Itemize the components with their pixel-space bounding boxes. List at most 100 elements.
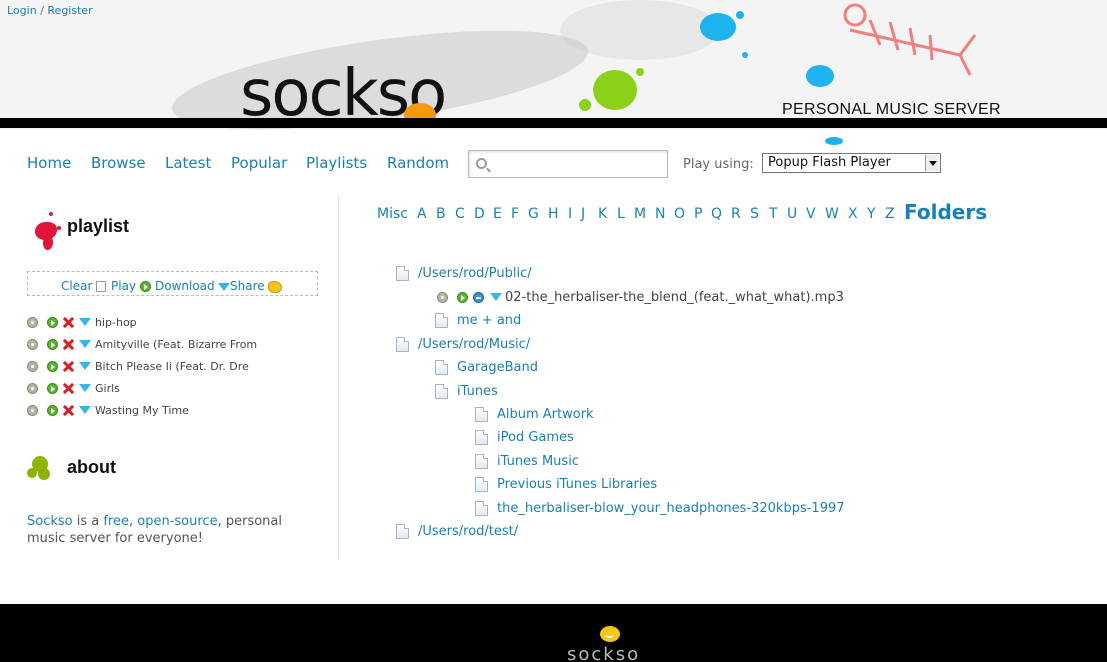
download-icon[interactable] xyxy=(79,339,91,349)
alpha-x[interactable]: X xyxy=(848,206,858,222)
player-select[interactable]: Popup Flash Player xyxy=(762,153,941,173)
download-icon[interactable] xyxy=(79,383,91,393)
clear-label: Clear xyxy=(61,279,93,293)
play-icon[interactable] xyxy=(47,339,58,350)
alpha-f[interactable]: F xyxy=(511,206,519,222)
play-icon[interactable] xyxy=(47,383,58,394)
remove-icon[interactable] xyxy=(62,361,73,372)
alpha-w[interactable]: W xyxy=(825,206,839,222)
info-icon[interactable] xyxy=(27,317,38,328)
info-icon[interactable] xyxy=(437,292,448,303)
alpha-z[interactable]: Z xyxy=(885,206,895,222)
search-input[interactable] xyxy=(493,154,663,174)
alpha-n[interactable]: N xyxy=(655,206,665,222)
free-link[interactable]: free xyxy=(103,514,129,529)
play-icon[interactable] xyxy=(47,405,58,416)
play-icon[interactable] xyxy=(47,361,58,372)
alpha-e[interactable]: E xyxy=(493,206,502,222)
nav-random[interactable]: Random xyxy=(387,154,449,172)
alpha-u[interactable]: U xyxy=(787,206,797,222)
footer xyxy=(0,604,1107,662)
alpha-y[interactable]: Y xyxy=(867,206,876,222)
about-text: Sockso is a free, open-source, personal … xyxy=(27,514,282,546)
alpha-misc[interactable]: Misc xyxy=(377,206,408,222)
folder-label[interactable]: iPod Games xyxy=(497,430,574,445)
tagline: PERSONAL MUSIC SERVER xyxy=(782,101,1001,118)
add-icon[interactable] xyxy=(473,292,484,303)
alpha-b[interactable]: B xyxy=(436,206,446,222)
clear-button[interactable]: Clear xyxy=(61,279,107,293)
download-icon[interactable] xyxy=(79,317,91,327)
play-icon[interactable] xyxy=(47,317,58,328)
folder-label[interactable]: Album Artwork xyxy=(497,407,594,422)
folder-icon xyxy=(435,313,448,328)
fishbone-decoration xyxy=(843,3,977,76)
alpha-h[interactable]: H xyxy=(548,206,559,222)
download-icon[interactable] xyxy=(79,361,91,371)
info-icon[interactable] xyxy=(27,383,38,394)
folder-label[interactable]: the_herbaliser-blow_your_headphones-320k… xyxy=(497,501,845,516)
info-icon[interactable] xyxy=(27,339,38,350)
open-source-link[interactable]: open-source xyxy=(137,514,217,529)
file-label: 02-the_herbaliser-the_blend_(feat._what_… xyxy=(505,290,844,305)
folder-label[interactable]: /Users/rod/test/ xyxy=(418,524,518,539)
alpha-a[interactable]: A xyxy=(417,206,427,222)
sockso-link[interactable]: Sockso xyxy=(27,514,73,529)
nav-popular[interactable]: Popular xyxy=(231,154,287,172)
playlist-toolbar: Clear Play Download Share xyxy=(27,271,318,296)
blue-splat-decoration xyxy=(806,65,834,87)
register-link[interactable]: Register xyxy=(47,4,92,17)
playlist-item-label: Bitch Please Ii (Feat. Dr. Dre xyxy=(95,360,249,373)
remove-icon[interactable] xyxy=(62,405,73,416)
alpha-j[interactable]: J xyxy=(581,206,585,222)
alpha-p[interactable]: P xyxy=(694,206,702,222)
info-icon[interactable] xyxy=(27,361,38,372)
folder-label[interactable]: /Users/rod/Music/ xyxy=(418,337,530,352)
nav-latest[interactable]: Latest xyxy=(165,154,211,172)
alpha-r[interactable]: R xyxy=(731,206,741,222)
remove-icon[interactable] xyxy=(62,339,73,350)
alpha-t[interactable]: T xyxy=(769,206,778,222)
alpha-d[interactable]: D xyxy=(474,206,485,222)
alpha-q[interactable]: Q xyxy=(711,206,722,222)
folder-label[interactable]: /Users/rod/Public/ xyxy=(418,266,532,281)
play-label: Play xyxy=(111,279,137,293)
play-icon xyxy=(139,281,151,292)
folder-label[interactable]: me + and xyxy=(457,313,521,328)
folder-label[interactable]: Previous iTunes Libraries xyxy=(497,477,657,492)
top-links: Login / Register xyxy=(7,4,93,17)
folder-label[interactable]: iTunes xyxy=(457,384,498,399)
nav-home[interactable]: Home xyxy=(27,154,71,172)
playlist-item-label: Wasting My Time xyxy=(95,404,189,417)
remove-icon[interactable] xyxy=(62,317,73,328)
search-box xyxy=(468,150,668,178)
download-icon[interactable] xyxy=(79,405,91,415)
playlist-item-label: hip-hop xyxy=(95,316,137,329)
alpha-m[interactable]: M xyxy=(634,206,646,222)
folder-label[interactable]: GarageBand xyxy=(457,360,538,375)
nav-browse[interactable]: Browse xyxy=(91,154,146,172)
play-button[interactable]: Play xyxy=(111,279,151,293)
login-link[interactable]: Login xyxy=(7,4,37,17)
folder-label[interactable]: iTunes Music xyxy=(497,454,579,469)
info-icon[interactable] xyxy=(27,405,38,416)
download-icon[interactable] xyxy=(490,292,502,302)
footer-logo: sockso xyxy=(567,644,641,662)
alpha-l[interactable]: L xyxy=(617,206,625,222)
alpha-g[interactable]: G xyxy=(528,206,539,222)
alpha-v[interactable]: V xyxy=(806,206,816,222)
nav-playlists[interactable]: Playlists xyxy=(306,154,367,172)
alpha-c[interactable]: C xyxy=(455,206,465,222)
alpha-k[interactable]: K xyxy=(598,206,607,222)
download-icon xyxy=(218,282,231,292)
remove-icon[interactable] xyxy=(62,383,73,394)
alpha-s[interactable]: S xyxy=(750,206,759,222)
alpha-o[interactable]: O xyxy=(674,206,685,222)
alpha-i[interactable]: I xyxy=(568,206,572,222)
play-icon[interactable] xyxy=(457,292,468,303)
share-button[interactable]: Share xyxy=(230,279,283,293)
download-button[interactable]: Download xyxy=(155,279,231,293)
alpha-folders[interactable]: Folders xyxy=(904,200,987,224)
folder-icon xyxy=(396,266,409,281)
sidebar-divider xyxy=(338,195,339,560)
